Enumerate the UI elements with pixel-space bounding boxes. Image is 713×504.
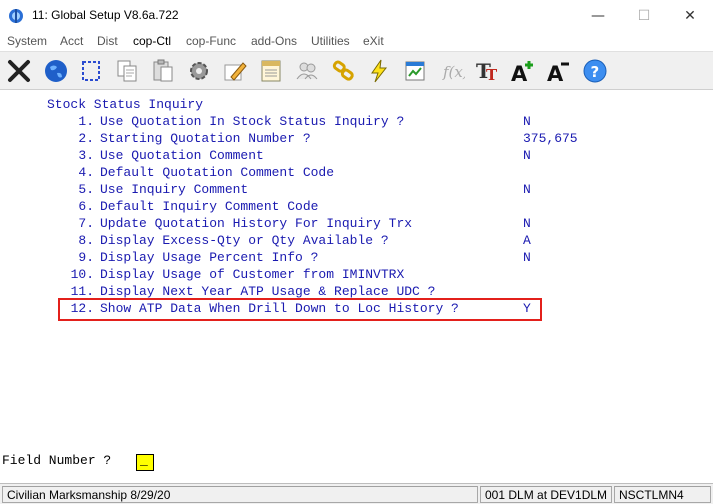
option-number: 11. [70,284,94,299]
option-number: 8. [78,233,94,248]
option-label: Display Usage of Customer from IMINVTRX [100,267,405,282]
option-value: N [523,148,531,163]
menu-dist[interactable]: Dist [97,34,118,48]
option-value: N [523,250,531,265]
users-icon[interactable] [291,55,323,87]
link-icon[interactable] [327,55,359,87]
option-number: 5. [78,182,94,197]
menu-add-ons[interactable]: add-Ons [251,34,297,48]
globe-icon[interactable] [40,55,72,87]
document-icon[interactable] [255,55,287,87]
menu-utilities[interactable]: Utilities [311,34,350,48]
minimize-button[interactable]: — [575,0,621,31]
font-increase-icon[interactable]: A [507,55,539,87]
terminal-screen: Stock Status Inquiry 1. Use Quotation In… [0,90,713,504]
svg-text:T: T [486,66,498,84]
close-window-button[interactable]: ✕ [667,0,713,31]
app-icon [9,9,23,23]
status-bar: Civilian Marksmanship 8/29/20 001 DLM at… [0,483,713,504]
option-number: 9. [78,250,94,265]
option-row[interactable]: 10. Display Usage of Customer from IMINV… [62,267,622,284]
help-icon[interactable]: ? [579,55,611,87]
copy-icon[interactable] [111,55,143,87]
option-row[interactable]: 7. Update Quotation History For Inquiry … [62,216,622,233]
option-number: 1. [78,114,94,129]
option-value: N [523,182,531,197]
option-row[interactable]: 1. Use Quotation In Stock Status Inquiry… [62,114,622,131]
lightning-icon[interactable] [363,55,395,87]
option-number: 10. [70,267,94,282]
option-label: Display Usage Percent Info ? [100,250,319,265]
option-number: 3. [78,148,94,163]
svg-text:?: ? [591,63,600,81]
close-icon[interactable] [3,55,35,87]
font-icon[interactable]: TT [471,55,503,87]
menu-cop-ctl[interactable]: cop-Ctl [133,34,171,48]
option-row[interactable]: 6. Default Inquiry Comment Code [62,199,622,216]
option-row[interactable]: 9. Display Usage Percent Info ? N [62,250,622,267]
status-program: NSCTLMN4 [614,486,711,503]
maximize-button[interactable]: ☐ [621,0,667,31]
option-row[interactable]: 3. Use Quotation Comment N [62,148,622,165]
paste-icon[interactable] [147,55,179,87]
status-company: Civilian Marksmanship 8/29/20 [2,486,478,503]
chart-icon[interactable] [399,55,431,87]
option-number: 4. [78,165,94,180]
option-label: Use Quotation Comment [100,148,264,163]
field-number-value: _ [140,453,148,468]
option-value: N [523,216,531,231]
option-label: Starting Quotation Number ? [100,131,311,146]
menu-acct[interactable]: Acct [60,34,83,48]
window-title: 11: Global Setup V8.6a.722 [32,8,179,22]
option-row[interactable]: 2. Starting Quotation Number ? 375,675 [62,131,622,148]
settings-icon[interactable] [183,55,215,87]
option-number: 7. [78,216,94,231]
option-label: Use Inquiry Comment [100,182,249,197]
option-value: N [523,114,531,129]
option-label: Display Next Year ATP Usage & Replace UD… [100,284,436,299]
font-decrease-icon[interactable]: A [543,55,575,87]
svg-text:f(x): f(x) [442,63,465,81]
toolbar: f(x) TT A A ? [0,51,713,90]
function-icon[interactable]: f(x) [435,55,467,87]
option-label: Default Quotation Comment Code [100,165,335,180]
option-value: A [523,233,531,248]
edit-icon[interactable] [219,55,251,87]
highlight-box [58,298,542,321]
field-number-input[interactable]: _ [136,453,154,471]
option-row[interactable]: 4. Default Quotation Comment Code [62,165,622,182]
title-bar: 11: Global Setup V8.6a.722 — ☐ ✕ [0,0,713,31]
option-label: Update Quotation History For Inquiry Trx [100,216,413,231]
menu-exit[interactable]: eXit [363,34,384,48]
screen-header: Stock Status Inquiry [47,97,204,112]
option-label: Display Excess-Qty or Qty Available ? [100,233,389,248]
option-number: 2. [78,131,94,146]
option-label: Use Quotation In Stock Status Inquiry ? [100,114,405,129]
option-row[interactable]: 5. Use Inquiry Comment N [62,182,622,199]
option-number: 6. [78,199,94,214]
field-number-prompt: Field Number ? [2,453,112,468]
option-label: Default Inquiry Comment Code [100,199,319,214]
menu-system[interactable]: System [7,34,47,48]
status-user: 001 DLM at DEV1DLM [480,486,612,503]
option-row[interactable]: 8. Display Excess-Qty or Qty Available ?… [62,233,622,250]
option-value: 375,675 [523,131,578,146]
menu-cop-func[interactable]: cop-Func [186,34,236,48]
select-icon[interactable] [75,55,107,87]
menu-bar: System Acct Dist cop-Ctl cop-Func add-On… [0,31,713,51]
